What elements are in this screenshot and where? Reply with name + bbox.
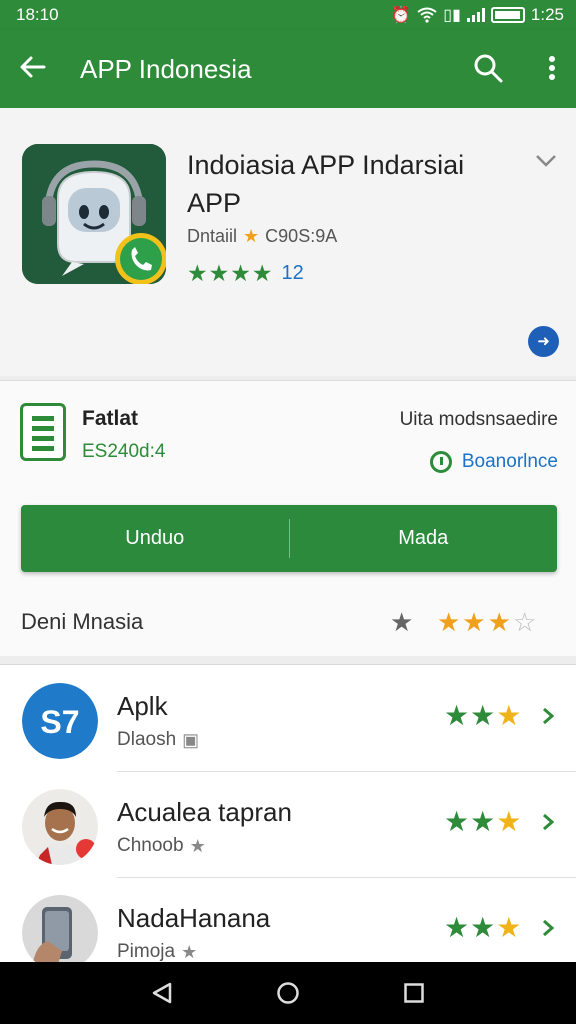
star-icon: ★ [189, 835, 206, 856]
mada-button[interactable]: Mada [290, 505, 558, 572]
list-item-stars: ★★★ [444, 911, 522, 944]
sim-icon: ▯▮ [443, 7, 461, 24]
rate-stars-filled: ★★★ [437, 607, 513, 637]
info-card: Fatlat ES240d:4 Uita modsnsaedire Boanor… [0, 380, 576, 656]
stars-yellow: ★ [496, 912, 523, 943]
home-nav-icon[interactable] [276, 981, 300, 1005]
chevron-down-icon[interactable] [534, 152, 558, 170]
info-title: Fatlat [82, 407, 139, 430]
app-list: S7 Aplk Dlaosh ▣ ★★★ Acualea tapran Chno… [0, 664, 576, 962]
status-icons: ⏰ ▯▮ 1:25 [391, 5, 564, 25]
developer-row: Dntaiil ★ C90S:9A [187, 226, 337, 247]
rating-stars: ★★★★ [187, 260, 274, 286]
back-arrow-icon[interactable] [18, 52, 48, 82]
rate-label: Deni Mnasia [21, 609, 144, 634]
rate-stars[interactable]: ★★★☆ [437, 607, 538, 638]
chevron-right-icon [543, 707, 555, 725]
stars-yellow: ★ [496, 700, 523, 731]
app-logo-avatar: S7 [22, 683, 98, 759]
info-link[interactable]: Boanorlnce [429, 451, 558, 473]
app-bar: APP Indonesia [0, 30, 576, 108]
battery-icon [490, 7, 525, 23]
info-right-label: Uita modsnsaedire [399, 409, 558, 430]
wifi-icon [417, 7, 437, 23]
clock-icon [429, 451, 452, 473]
status-clock: 1:25 [530, 5, 564, 24]
image-icon: ▣ [182, 729, 200, 750]
info-subtitle: ES240d:4 [82, 441, 166, 462]
list-item-stars: ★★★ [444, 699, 522, 732]
rate-star-empty: ☆ [512, 607, 539, 637]
stars-yellow: ★ [496, 806, 523, 837]
app-bar-title: APP Indonesia [80, 54, 252, 84]
app-header-card: Indoiasia APP Indarsiai APP Dntaiil ★ C9… [0, 108, 576, 376]
recents-nav-icon[interactable] [402, 981, 426, 1005]
action-bar: Unduo Mada [21, 505, 557, 572]
list-item-sub: Dlaosh ▣ [117, 729, 199, 751]
list-item-sub-label: Chnoob [117, 835, 184, 856]
alarm-icon: ⏰ [391, 7, 412, 24]
stars-green: ★★ [444, 700, 497, 731]
signal-icon [466, 8, 485, 22]
info-link-label: Boanorlnce [461, 451, 558, 472]
navigation-bar [0, 962, 576, 1024]
more-vert-icon[interactable] [540, 52, 564, 84]
developer-code: C90S:9A [265, 226, 338, 246]
stars-green: ★★ [444, 806, 497, 837]
download-button-label: Unduo [125, 527, 185, 549]
star-icon: ★ [243, 226, 260, 246]
list-item-sub: Pimoja ★ [117, 941, 197, 962]
stars-green: ★★ [444, 912, 497, 943]
rate-row: Deni Mnasia ★ ★★★☆ [21, 607, 557, 637]
list-item-name: Acualea tapran [117, 797, 292, 827]
list-item[interactable]: Acualea tapran Chnoob ★ ★★★ [0, 771, 576, 875]
chevron-right-icon [543, 813, 555, 831]
app-icon[interactable] [22, 144, 166, 284]
list-item-stars: ★★★ [444, 805, 522, 838]
star-icon[interactable]: ★ [390, 607, 413, 638]
file-icon [20, 403, 66, 461]
svg-text:S7: S7 [40, 704, 79, 740]
app-rating: ★★★★ 12 [187, 260, 304, 287]
app-name: Indoiasia APP Indarsiai APP [187, 150, 465, 218]
star-icon: ★ [181, 941, 198, 962]
chevron-right-icon [543, 919, 555, 937]
mada-button-label: Mada [398, 527, 449, 549]
person-avatar [22, 789, 98, 865]
list-item-sub-label: Pimoja [117, 941, 176, 962]
developer-name[interactable]: Dntaiil [187, 226, 237, 247]
phone-avatar [22, 895, 98, 962]
forward-arrow-icon[interactable]: ➜ [528, 326, 559, 357]
download-button[interactable]: Unduo [21, 505, 289, 572]
status-time: 18:10 [16, 5, 59, 24]
list-item-name: Aplk [117, 691, 168, 721]
status-bar: 18:10 ⏰ ▯▮ 1:25 [0, 0, 576, 30]
list-item-sub: Chnoob ★ [117, 835, 206, 857]
list-item-name: NadaHanana [117, 903, 271, 933]
rating-count: 12 [281, 262, 304, 284]
back-nav-icon[interactable] [150, 981, 174, 1005]
search-icon[interactable] [472, 52, 504, 84]
list-item[interactable]: NadaHanana Pimoja ★ ★★★ [0, 877, 576, 962]
list-item[interactable]: S7 Aplk Dlaosh ▣ ★★★ [0, 665, 576, 769]
list-item-sub-label: Dlaosh [117, 729, 177, 750]
